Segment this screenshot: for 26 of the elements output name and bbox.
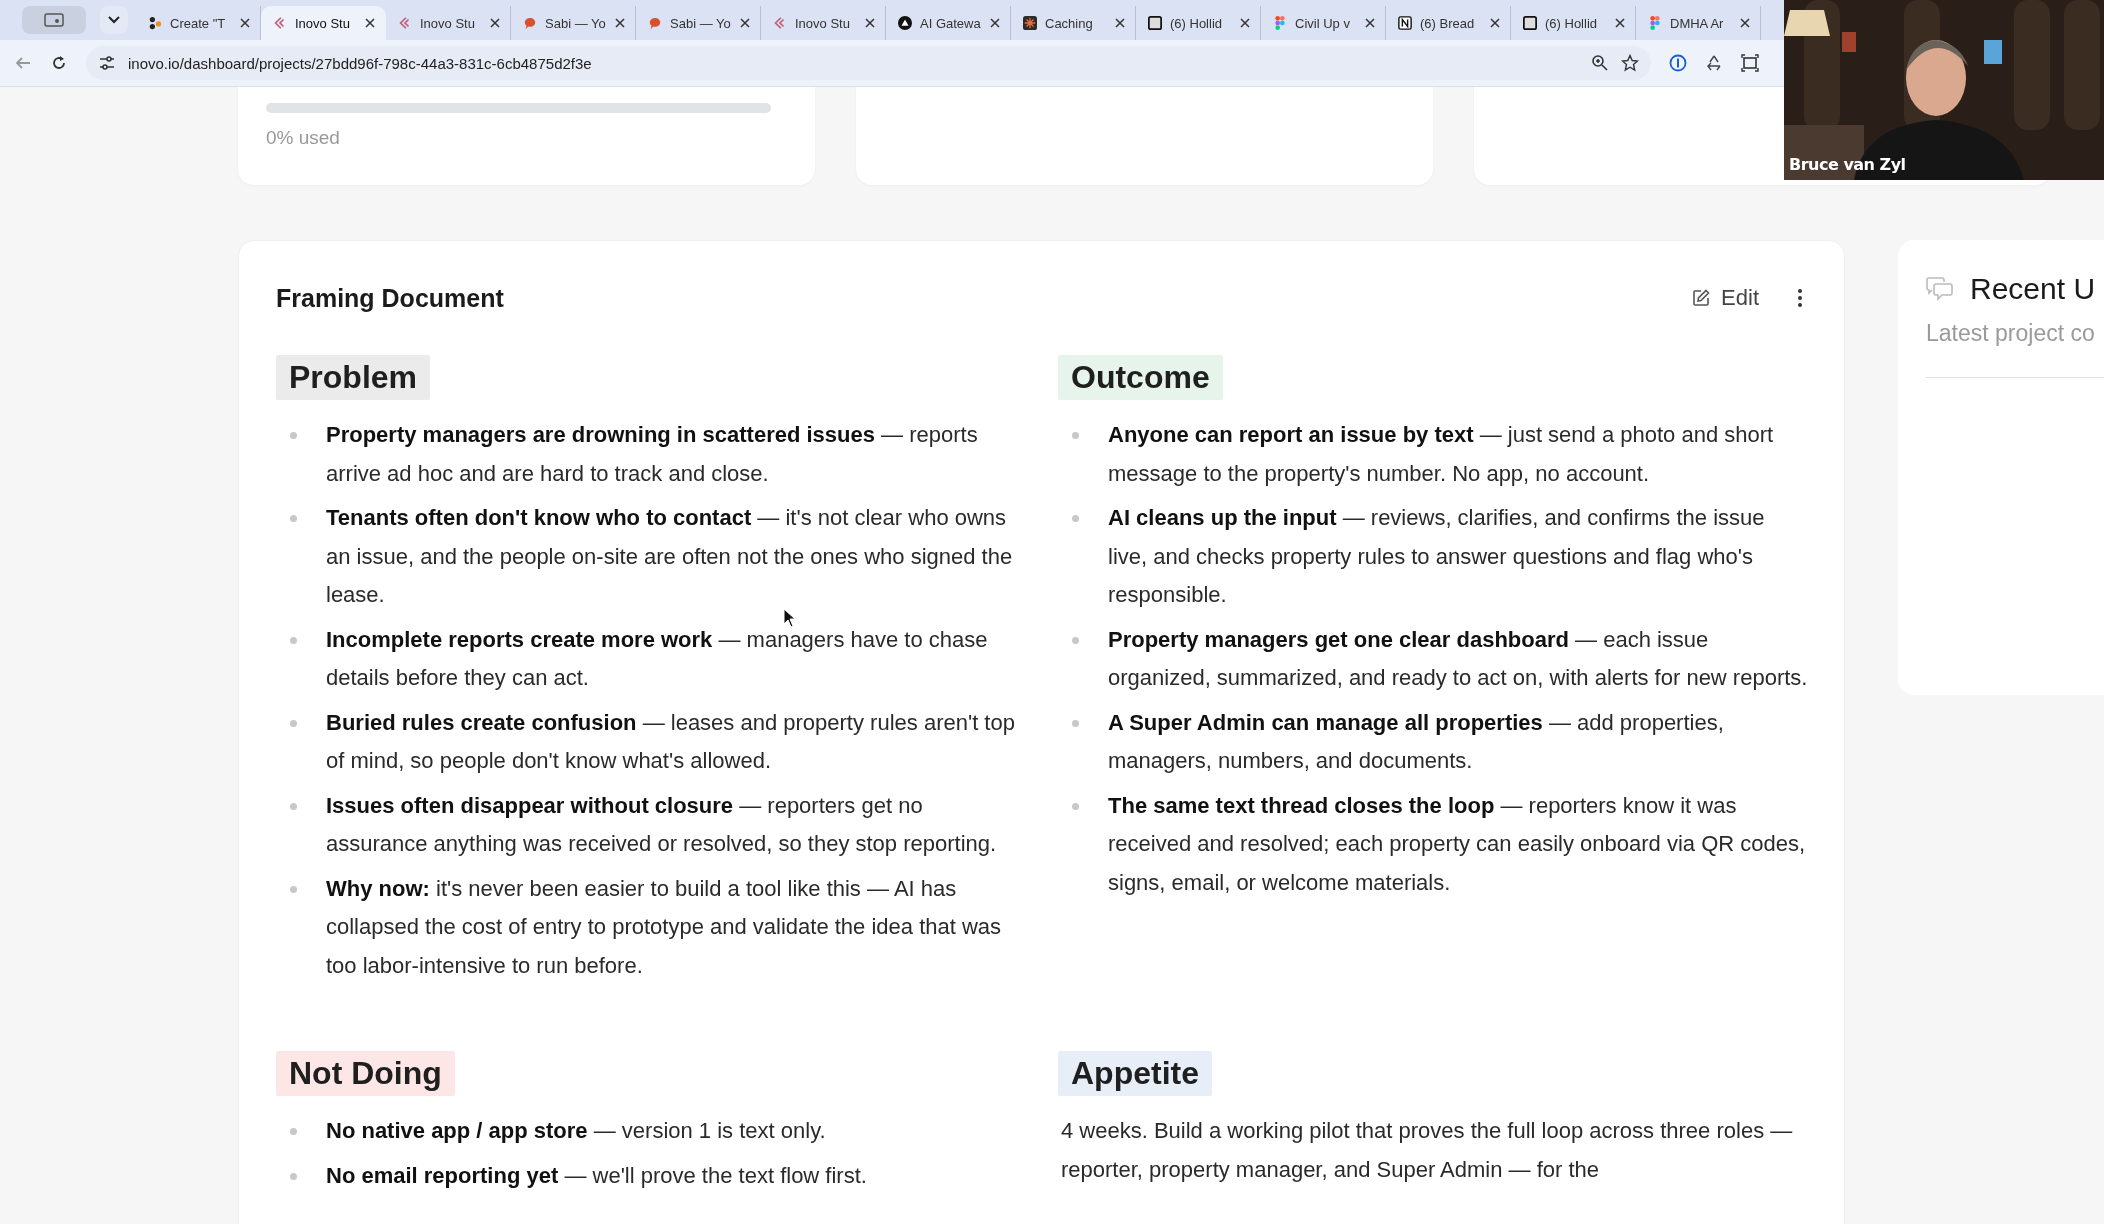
bullet-text: Tenants often don't know who to contact — it's not clear who owns an issue, and the people on-site are often not the ones who signed the lease. <box>326 504 1014 609</box>
address-bar[interactable]: inovo.io/dashboard/projects/27bdd96f-798c-44a3-831c-6cb4875d2f3e <box>86 46 1651 80</box>
bullet-text: No email reporting yet — we'll prove the text flow first. <box>326 1161 867 1190</box>
participant-name: Bruce van Zyl <box>1789 155 1906 174</box>
card-title: Framing Document <box>276 283 505 313</box>
bullet-text: Issues often disappear without closure — reporters get no assurance anything was received or resolved, so they stop reporting. <box>326 791 998 858</box>
edit-button[interactable]: Edit <box>1685 281 1765 315</box>
bullet-text: No native app / app store — version 1 is text only. <box>326 1117 826 1145</box>
bullet-text: A Super Admin can manage all properties — add properties, managers, numbers, and documents. <box>1108 708 1725 775</box>
browser-tab[interactable]: Inovo Stu <box>261 6 386 40</box>
bullet-text: Property managers are drowning in scattered issues — reports arrive ad hoc and are hard to track and close. <box>326 421 979 488</box>
section-heading: Outcome <box>1058 355 1223 400</box>
bullet-text: Why now: it's never been easier to build a tool like this — AI has collapsed the cost of entry to prototype and validate the idea that was too labor-intensive to run before. <box>326 874 1003 980</box>
card-subtitle: Latest project co <box>1926 320 2096 347</box>
section-heading: Not Doing <box>276 1051 455 1096</box>
bullet-text: The same text thread closes the loop — reporters know it was received and resolved; each property can easily onboard via QR codes, signs, email, or welcome materials. <box>1108 791 1807 897</box>
bullet-text: AI cleans up the input — reviews, clarifies, and confirms the issue live, and checks property rules to answer questions and flag who's responsible. <box>1108 504 1766 609</box>
section-text: 4 weeks. Build a working pilot that proves the full loop across three roles — reporter, property manager, and Super Admin — for the <box>1060 1117 1794 1184</box>
bullet-text: Property managers get one clear dashboard — each issue organized, summarized, and ready to act on, with alerts for new reports. <box>1108 625 1809 692</box>
section-heading: Appetite <box>1058 1051 1212 1096</box>
section-heading: Problem <box>276 355 431 400</box>
bullet-text: Anyone can report an issue by text — just send a photo and short message to the property's number. No app, no account. <box>1108 421 1775 488</box>
bullet-text: Incomplete reports create more work — managers have to chase details before they can act. <box>326 625 989 692</box>
usage-label: 0% used <box>266 127 341 149</box>
card-title: Recent U <box>1970 272 2096 306</box>
bullet-text: Buried rules create confusion — leases and property rules aren't top of mind, so people don't know what's allowed. <box>326 708 1016 775</box>
